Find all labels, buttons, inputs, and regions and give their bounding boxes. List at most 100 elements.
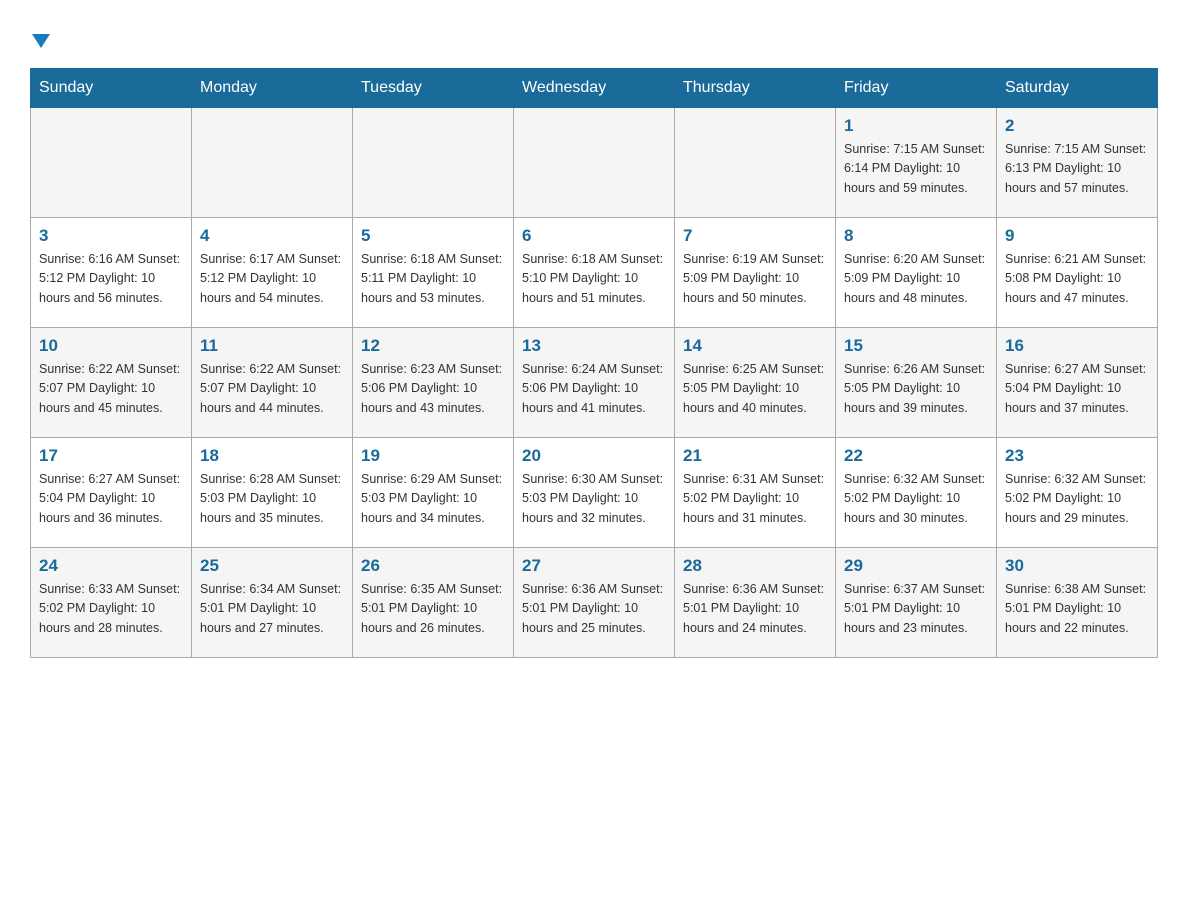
calendar-cell: 18 Sunrise: 6:28 AM Sunset: 5:03 PM Dayli… — [192, 438, 353, 548]
day-info: Sunrise: 6:33 AM Sunset: 5:02 PM Dayligh… — [39, 580, 183, 638]
day-info: Sunrise: 6:18 AM Sunset: 5:11 PM Dayligh… — [361, 250, 505, 308]
day-number: 22 — [844, 446, 988, 466]
calendar-cell — [514, 108, 675, 218]
day-info: Sunrise: 6:32 AM Sunset: 5:02 PM Dayligh… — [1005, 470, 1149, 528]
calendar-week-2: 3Sunrise: 6:16 AM Sunset: 5:12 PM Daylig… — [31, 218, 1158, 328]
day-number: 11 — [200, 336, 344, 356]
day-number: 20 — [522, 446, 666, 466]
day-info: Sunrise: 6:23 AM Sunset: 5:06 PM Dayligh… — [361, 360, 505, 418]
calendar-cell: 1 Sunrise: 7:15 AM Sunset: 6:14 PM Daylig… — [836, 108, 997, 218]
day-info: Sunrise: 6:26 AM Sunset: 5:05 PM Dayligh… — [844, 360, 988, 418]
day-number: 29 — [844, 556, 988, 576]
logo — [30, 20, 50, 48]
calendar-cell: 29 Sunrise: 6:37 AM Sunset: 5:01 PM Dayli… — [836, 548, 997, 658]
day-info: Sunrise: 6:20 AM Sunset: 5:09 PM Dayligh… — [844, 250, 988, 308]
weekday-header-monday: Monday — [192, 69, 353, 108]
calendar-cell: 2 Sunrise: 7:15 AM Sunset: 6:13 PM Daylig… — [997, 108, 1158, 218]
calendar-cell: 28 Sunrise: 6:36 AM Sunset: 5:01 PM Dayli… — [675, 548, 836, 658]
day-info: Sunrise: 6:17 AM Sunset: 5:12 PM Dayligh… — [200, 250, 344, 308]
day-info: Sunrise: 7:15 AM Sunset: 6:14 PM Dayligh… — [844, 140, 988, 198]
day-info: Sunrise: 6:27 AM Sunset: 5:04 PM Dayligh… — [39, 470, 183, 528]
day-number: 5 — [361, 226, 505, 246]
calendar-cell: 21Sunrise: 6:31 AM Sunset: 5:02 PM Dayli… — [675, 438, 836, 548]
calendar-cell — [192, 108, 353, 218]
page-header — [30, 20, 1158, 48]
calendar-cell — [353, 108, 514, 218]
day-number: 16 — [1005, 336, 1149, 356]
calendar-cell: 10 Sunrise: 6:22 AM Sunset: 5:07 PM Dayli… — [31, 328, 192, 438]
day-number: 15 — [844, 336, 988, 356]
day-info: Sunrise: 6:36 AM Sunset: 5:01 PM Dayligh… — [683, 580, 827, 638]
day-number: 24 — [39, 556, 183, 576]
day-info: Sunrise: 6:18 AM Sunset: 5:10 PM Dayligh… — [522, 250, 666, 308]
day-info: Sunrise: 6:25 AM Sunset: 5:05 PM Dayligh… — [683, 360, 827, 418]
day-number: 26 — [361, 556, 505, 576]
weekday-header-saturday: Saturday — [997, 69, 1158, 108]
day-info: Sunrise: 6:22 AM Sunset: 5:07 PM Dayligh… — [39, 360, 183, 418]
calendar-cell: 9 Sunrise: 6:21 AM Sunset: 5:08 PM Daylig… — [997, 218, 1158, 328]
day-info: Sunrise: 6:36 AM Sunset: 5:01 PM Dayligh… — [522, 580, 666, 638]
calendar-week-3: 10 Sunrise: 6:22 AM Sunset: 5:07 PM Dayli… — [31, 328, 1158, 438]
weekday-header-row: SundayMondayTuesdayWednesdayThursdayFrid… — [31, 69, 1158, 108]
day-number: 6 — [522, 226, 666, 246]
calendar-cell: 17 Sunrise: 6:27 AM Sunset: 5:04 PM Dayli… — [31, 438, 192, 548]
calendar-cell: 8Sunrise: 6:20 AM Sunset: 5:09 PM Daylig… — [836, 218, 997, 328]
day-info: Sunrise: 6:24 AM Sunset: 5:06 PM Dayligh… — [522, 360, 666, 418]
day-number: 23 — [1005, 446, 1149, 466]
calendar-cell: 27 Sunrise: 6:36 AM Sunset: 5:01 PM Dayli… — [514, 548, 675, 658]
calendar-cell: 5 Sunrise: 6:18 AM Sunset: 5:11 PM Daylig… — [353, 218, 514, 328]
day-number: 17 — [39, 446, 183, 466]
calendar-cell: 20 Sunrise: 6:30 AM Sunset: 5:03 PM Dayli… — [514, 438, 675, 548]
day-number: 1 — [844, 116, 988, 136]
calendar-cell — [31, 108, 192, 218]
day-info: Sunrise: 7:15 AM Sunset: 6:13 PM Dayligh… — [1005, 140, 1149, 198]
calendar-cell: 22 Sunrise: 6:32 AM Sunset: 5:02 PM Dayli… — [836, 438, 997, 548]
weekday-header-friday: Friday — [836, 69, 997, 108]
calendar-cell: 25Sunrise: 6:34 AM Sunset: 5:01 PM Dayli… — [192, 548, 353, 658]
day-number: 10 — [39, 336, 183, 356]
day-info: Sunrise: 6:32 AM Sunset: 5:02 PM Dayligh… — [844, 470, 988, 528]
day-number: 9 — [1005, 226, 1149, 246]
day-number: 13 — [522, 336, 666, 356]
calendar-cell: 15 Sunrise: 6:26 AM Sunset: 5:05 PM Dayli… — [836, 328, 997, 438]
calendar-cell: 7 Sunrise: 6:19 AM Sunset: 5:09 PM Daylig… — [675, 218, 836, 328]
calendar-cell: 24 Sunrise: 6:33 AM Sunset: 5:02 PM Dayli… — [31, 548, 192, 658]
day-info: Sunrise: 6:34 AM Sunset: 5:01 PM Dayligh… — [200, 580, 344, 638]
day-info: Sunrise: 6:22 AM Sunset: 5:07 PM Dayligh… — [200, 360, 344, 418]
day-info: Sunrise: 6:21 AM Sunset: 5:08 PM Dayligh… — [1005, 250, 1149, 308]
calendar-cell: 6 Sunrise: 6:18 AM Sunset: 5:10 PM Daylig… — [514, 218, 675, 328]
day-info: Sunrise: 6:37 AM Sunset: 5:01 PM Dayligh… — [844, 580, 988, 638]
day-number: 3 — [39, 226, 183, 246]
day-number: 2 — [1005, 116, 1149, 136]
calendar-table: SundayMondayTuesdayWednesdayThursdayFrid… — [30, 68, 1158, 658]
day-info: Sunrise: 6:30 AM Sunset: 5:03 PM Dayligh… — [522, 470, 666, 528]
logo-text — [30, 20, 50, 52]
day-number: 14 — [683, 336, 827, 356]
calendar-cell: 30 Sunrise: 6:38 AM Sunset: 5:01 PM Dayli… — [997, 548, 1158, 658]
calendar-cell: 23 Sunrise: 6:32 AM Sunset: 5:02 PM Dayli… — [997, 438, 1158, 548]
calendar-cell: 26 Sunrise: 6:35 AM Sunset: 5:01 PM Dayli… — [353, 548, 514, 658]
day-info: Sunrise: 6:38 AM Sunset: 5:01 PM Dayligh… — [1005, 580, 1149, 638]
weekday-header-thursday: Thursday — [675, 69, 836, 108]
day-number: 28 — [683, 556, 827, 576]
calendar-week-4: 17 Sunrise: 6:27 AM Sunset: 5:04 PM Dayli… — [31, 438, 1158, 548]
logo-triangle-icon — [32, 34, 50, 48]
weekday-header-sunday: Sunday — [31, 69, 192, 108]
calendar-cell: 19 Sunrise: 6:29 AM Sunset: 5:03 PM Dayli… — [353, 438, 514, 548]
day-info: Sunrise: 6:19 AM Sunset: 5:09 PM Dayligh… — [683, 250, 827, 308]
day-info: Sunrise: 6:28 AM Sunset: 5:03 PM Dayligh… — [200, 470, 344, 528]
day-info: Sunrise: 6:29 AM Sunset: 5:03 PM Dayligh… — [361, 470, 505, 528]
day-number: 18 — [200, 446, 344, 466]
day-info: Sunrise: 6:35 AM Sunset: 5:01 PM Dayligh… — [361, 580, 505, 638]
day-number: 4 — [200, 226, 344, 246]
calendar-week-5: 24 Sunrise: 6:33 AM Sunset: 5:02 PM Dayli… — [31, 548, 1158, 658]
calendar-cell: 16 Sunrise: 6:27 AM Sunset: 5:04 PM Dayli… — [997, 328, 1158, 438]
calendar-cell: 12Sunrise: 6:23 AM Sunset: 5:06 PM Dayli… — [353, 328, 514, 438]
day-info: Sunrise: 6:27 AM Sunset: 5:04 PM Dayligh… — [1005, 360, 1149, 418]
day-number: 19 — [361, 446, 505, 466]
day-number: 30 — [1005, 556, 1149, 576]
day-info: Sunrise: 6:31 AM Sunset: 5:02 PM Dayligh… — [683, 470, 827, 528]
day-number: 7 — [683, 226, 827, 246]
day-number: 27 — [522, 556, 666, 576]
weekday-header-wednesday: Wednesday — [514, 69, 675, 108]
